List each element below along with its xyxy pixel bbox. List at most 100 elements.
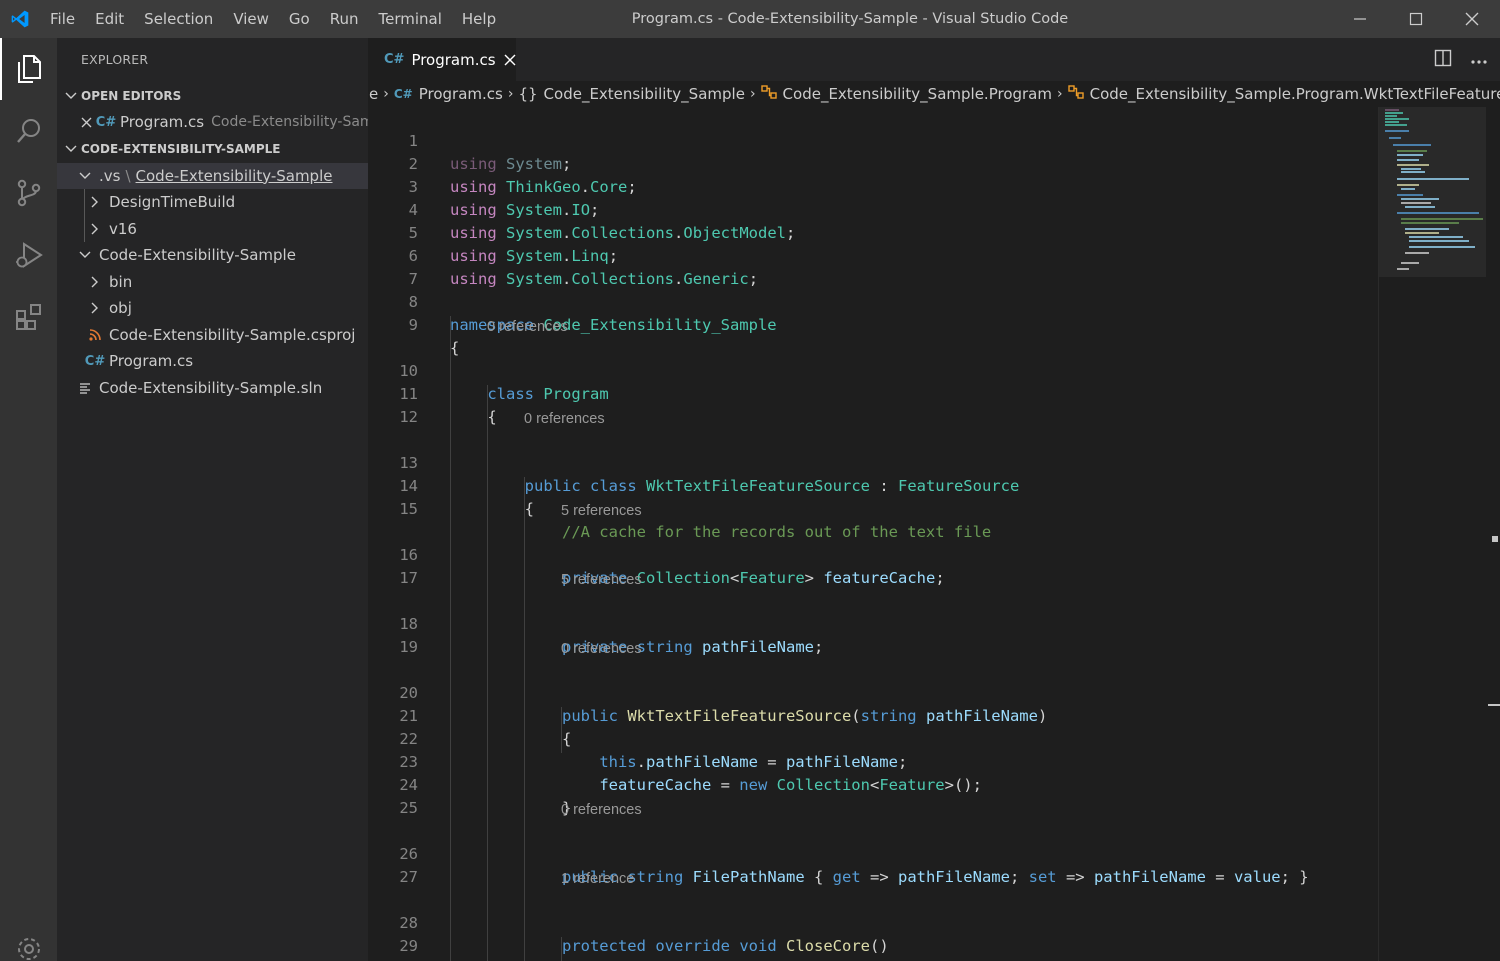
breadcrumb-nested-class[interactable]: Code_Extensibility_Sample.Program.WktTex… [1090,85,1500,103]
close-window-icon[interactable] [1444,0,1500,38]
breadcrumb: e › C# Program.cs › {} Code_Extensibilit… [368,81,1500,107]
code-line: 12 [399,408,418,426]
tree-item-label: Program.cs [109,352,194,371]
open-editors-label: OPEN EDITORS [81,88,182,103]
tree-item-project-folder[interactable]: Code-Extensibility-Sample [57,242,368,269]
menu-help[interactable]: Help [452,0,506,38]
chevron-down-icon [77,172,93,180]
run-debug-icon[interactable] [0,224,57,286]
menu-go[interactable]: Go [279,0,320,38]
window-title: Program.cs - Code-Extensibility-Sample -… [631,11,1069,27]
manage-gear-icon[interactable] [0,921,57,961]
tree-item-label: DesignTimeBuild [109,193,236,212]
activity-bar [0,38,57,961]
close-icon[interactable] [81,117,92,128]
explorer-icon[interactable] [0,38,57,100]
code-editor[interactable]: 1 using System; 2 using ThinkGeo.Core; 3… [368,107,1378,961]
code-line: 18 private string pathFileName; [399,615,824,656]
scroll-marker [1492,536,1498,542]
tab-label: Program.cs [411,50,496,69]
tree-item-label: Code-Extensibility-Sample [99,246,296,265]
rss-file-icon [87,328,103,341]
sidebar-title: EXPLORER [81,52,149,67]
code-line: 2 using ThinkGeo.Core; [408,155,637,196]
minimize-icon[interactable] [1332,0,1388,38]
code-lens[interactable]: 1 reference [561,868,634,890]
code-line: 19 [399,638,418,656]
vs-folder-name: Code-Extensibility-Sample [135,166,333,185]
csharp-file-icon: C# [84,353,106,369]
code-line: 10 class Program [399,362,609,403]
code-line: 24 } [399,776,572,817]
code-line: 15 //A cache for the records out of the … [399,500,992,541]
menu-view[interactable]: View [223,0,279,38]
chevron-down-icon [77,251,93,259]
maximize-icon[interactable] [1388,0,1444,38]
code-line: 4 using System.Collections.ObjectModel; [408,201,796,242]
chevron-right-icon [87,276,103,288]
code-line: 29 { [399,937,571,961]
code-lens[interactable]: 5 references [561,569,642,591]
breadcrumb-file[interactable]: Program.cs [419,85,503,103]
search-icon[interactable] [0,100,57,162]
window-controls [1332,0,1500,38]
minimap[interactable] [1378,107,1487,961]
minimap-content [1385,109,1483,270]
code-line: 26 public string FilePathName { get => p… [399,845,1309,886]
code-lens[interactable]: 0 references [561,799,642,821]
code-line: 8 namespace Code_Extensibility_Sample [408,293,777,334]
tree-item-csproj[interactable]: Code-Extensibility-Sample.csproj [57,322,368,349]
csharp-file-icon: C# [393,87,413,101]
tab-bar: C# Program.cs [368,38,1500,81]
tree-item-label: bin [109,272,133,291]
menu-selection[interactable]: Selection [134,0,223,38]
close-icon[interactable] [504,54,516,66]
code-lens[interactable]: 0 references [561,638,642,660]
code-line: 3 using System.IO; [408,178,600,219]
vertical-scrollbar[interactable] [1486,107,1500,961]
tree-item-program-cs[interactable]: C# Program.cs [57,348,368,375]
more-actions-icon[interactable] [1470,50,1488,69]
tree-item-v16[interactable]: v16 [57,215,368,242]
lines-file-icon [77,382,93,394]
chevron-right-icon [87,196,103,208]
code-line: 13 public class WktTextFileFeatureSource… [399,454,1020,495]
class-icon [1067,85,1084,103]
tree-item-label: v16 [109,219,137,238]
tree-item-obj[interactable]: obj [57,295,368,322]
open-editors-header[interactable]: OPEN EDITORS [57,82,368,109]
breadcrumb-lead[interactable]: e [369,85,378,103]
code-line: 11 { [399,385,497,426]
tree-item-designtimebuild[interactable]: DesignTimeBuild [57,189,368,216]
extensions-icon[interactable] [0,286,57,348]
project-header[interactable]: CODE-EXTENSIBILITY-SAMPLE [57,136,368,163]
tree-item-sln[interactable]: Code-Extensibility-Sample.sln [57,375,368,402]
vs-separator: \ [125,166,131,185]
code-lens[interactable]: 0 references [487,316,568,338]
code-line: 28 protected override void CloseCore() [399,914,889,955]
code-line: 6 using System.Collections.Generic; [408,247,759,288]
menu-terminal[interactable]: Terminal [369,0,452,38]
chevron-right-icon [87,223,103,235]
tree-item-vs-folder[interactable]: .vs \ Code-Extensibility-Sample [57,162,368,189]
menu-file[interactable]: File [40,0,85,38]
open-editor-item[interactable]: C# Program.cs Code-Extensibility-Sam... [57,109,368,136]
title-bar: File Edit Selection View Go Run Terminal… [0,0,1500,38]
chevron-right-icon: › [383,86,389,102]
tree-item-bin[interactable]: bin [57,269,368,296]
tree-item-label: Code-Extensibility-Sample.csproj [109,325,356,344]
code-lens[interactable]: 0 references [524,408,605,430]
code-lens[interactable]: 5 references [561,500,642,522]
source-control-icon[interactable] [0,162,57,224]
code-line: 20 public WktTextFileFeatureSource(strin… [399,684,1048,725]
breadcrumb-class[interactable]: Code_Extensibility_Sample.Program [783,85,1052,103]
menu-run[interactable]: Run [320,0,369,38]
tab-program-cs[interactable]: C# Program.cs [368,38,516,81]
open-editor-path: Code-Extensibility-Sam... [211,114,368,131]
scroll-marker [1488,704,1500,706]
breadcrumb-namespace[interactable]: Code_Extensibility_Sample [544,85,745,103]
namespace-icon: {} [518,85,538,103]
split-editor-icon[interactable] [1434,49,1452,71]
menu-edit[interactable]: Edit [85,0,134,38]
code-line: 30 base.CloseCore(); [368,935,1378,961]
